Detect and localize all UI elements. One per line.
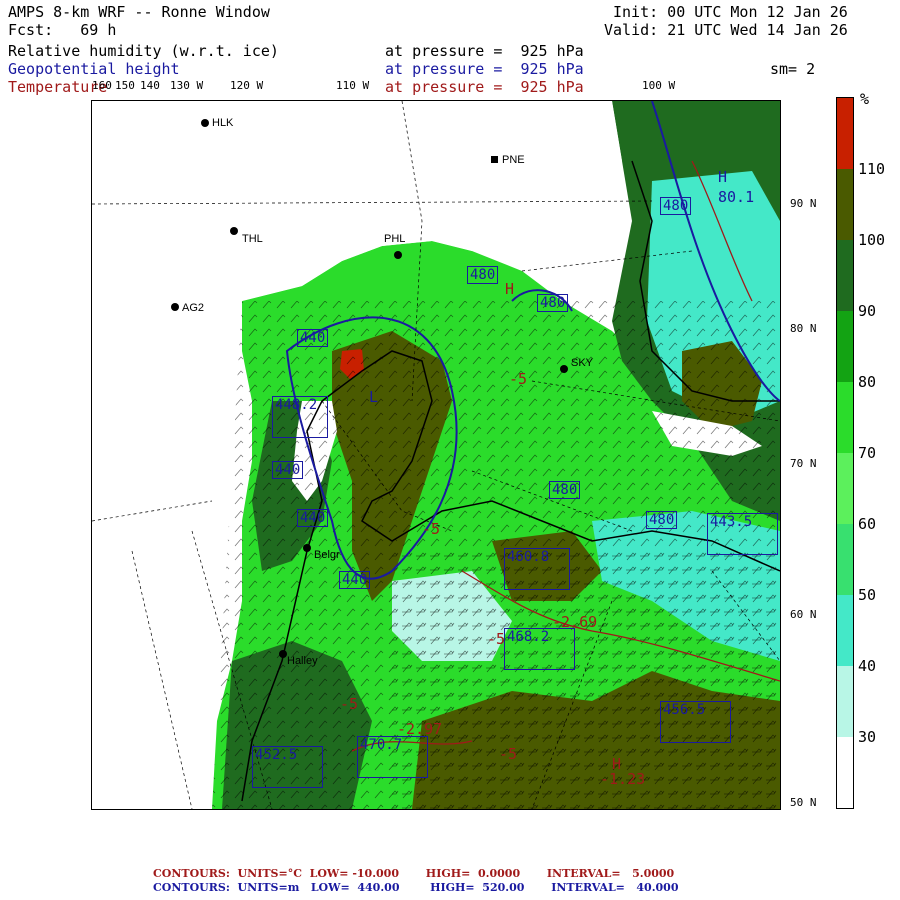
station-belgr-marker[interactable] — [303, 544, 311, 552]
map-title: AMPS 8-km WRF -- Ronne Window — [8, 3, 270, 21]
high-marker-south: H — [612, 755, 622, 773]
height-low-452: 452.5 — [252, 746, 323, 788]
colorbar-label-70: 70 — [858, 444, 877, 462]
lon-label-140: 140 — [140, 79, 160, 92]
station-ag2-label: AG2 — [182, 302, 205, 314]
height-label-448: 448.2 — [272, 396, 328, 438]
lon-label-110: 110 W — [336, 79, 370, 92]
high-marker-ne: H — [718, 168, 728, 186]
colorbar-swatch-80 — [837, 311, 853, 382]
station-halley-label: Halley — [287, 655, 318, 667]
field-gph-name: Geopotential height — [8, 60, 180, 78]
station-phl-label: PHL — [384, 233, 406, 245]
height-label-440-a: 440 — [297, 329, 329, 347]
temp-label-4: -5 — [340, 695, 359, 713]
station-ag2-marker[interactable] — [171, 303, 179, 311]
temp-label-3: -5 — [487, 630, 506, 648]
colorbar-swatch-60 — [837, 453, 853, 524]
colorbar-swatch-90 — [837, 240, 853, 311]
colorbar-label-50: 50 — [858, 586, 877, 604]
wind-barbs-field-2 — [392, 551, 780, 809]
map-panel[interactable]: HLK PNE THL PHL AG2 SKY Belgr Halley 480… — [91, 100, 781, 810]
lat-label-50: 50 N — [790, 796, 817, 809]
colorbar — [836, 97, 854, 809]
footer-height-contours: CONTOURS: UNITS=m LOW= 440.00 HIGH= 520.… — [153, 881, 679, 894]
station-hlk-marker[interactable] — [201, 119, 209, 127]
lon-label-160: 160 — [92, 79, 112, 92]
station-phl-marker[interactable] — [394, 251, 402, 259]
colorbar-swatch-50 — [837, 524, 853, 595]
lon-label-150: 150 — [115, 79, 135, 92]
height-label-480-b: 480 — [537, 294, 569, 312]
colorbar-label-90: 90 — [858, 302, 877, 320]
colorbar-swatch-0 — [837, 737, 853, 808]
lon-label-100: 100 W — [642, 79, 676, 92]
lat-label-60: 60 N — [790, 608, 817, 621]
height-low-460: 460.8 — [504, 548, 570, 590]
lat-label-80: 80 N — [790, 322, 817, 335]
station-halley-marker[interactable] — [279, 650, 287, 658]
field-rh-name: Relative humidity (w.r.t. ice) — [8, 42, 279, 60]
smoothing-label: sm= 2 — [770, 60, 816, 78]
station-thl-label: THL — [242, 233, 263, 245]
station-belgr-label: Belgr — [314, 549, 340, 561]
init-time: Init: 00 UTC Mon 12 Jan 26 — [613, 3, 848, 21]
lon-label-130: 130 W — [170, 79, 204, 92]
temp-label-5: -5 — [422, 520, 441, 538]
height-label-440-c: 440 — [297, 509, 329, 527]
station-sky-label: SKY — [571, 357, 594, 369]
station-hlk-label: HLK — [212, 117, 234, 129]
height-label-440-d: 440 — [339, 571, 371, 589]
temp-label-2: -2.69 — [552, 613, 598, 631]
height-label-440-b: 440 — [272, 461, 304, 479]
station-pne-marker[interactable] — [491, 156, 498, 163]
height-label-480-a: 480 — [467, 266, 499, 284]
colorbar-swatch-70 — [837, 382, 853, 453]
station-thl-marker[interactable] — [230, 227, 238, 235]
colorbar-label-40: 40 — [858, 657, 877, 675]
high-label-ne: 80.1 — [718, 188, 755, 206]
valid-time: Valid: 21 UTC Wed 14 Jan 26 — [604, 21, 848, 39]
colorbar-swatch-40 — [837, 595, 853, 666]
colorbar-label-30: 30 — [858, 728, 877, 746]
colorbar-label-100: 100 — [858, 231, 886, 249]
height-high-468: 468.2 — [504, 628, 575, 670]
colorbar-swatch-30 — [837, 666, 853, 737]
colorbar-label-110: 110 — [858, 160, 886, 178]
colorbar-label-60: 60 — [858, 515, 877, 533]
colorbar-unit: % — [860, 90, 870, 108]
temp-label-1: -5 — [509, 370, 528, 388]
footer-temp-contours: CONTOURS: UNITS=°C LOW= -10.000 HIGH= 0.… — [153, 867, 675, 880]
height-low-456: 456.5 — [660, 701, 731, 743]
colorbar-swatch-100 — [837, 169, 853, 240]
lat-label-70: 70 N — [790, 457, 817, 470]
temp-label-7: -1.23 — [600, 770, 646, 788]
forecast-hour: Fcst: 69 h — [8, 21, 117, 39]
height-label-480-e: 480 — [660, 197, 692, 215]
colorbar-label-80: 80 — [858, 373, 877, 391]
lat-label-90: 90 N — [790, 197, 817, 210]
low-marker-center: L — [369, 388, 379, 406]
colorbar-swatch-110 — [837, 98, 853, 169]
station-pne-label: PNE — [502, 154, 525, 166]
high-marker-temp: H — [505, 280, 515, 298]
height-high-443: 443.5 — [707, 513, 778, 555]
station-sky-marker[interactable] — [560, 365, 568, 373]
field-rh-level: at pressure = 925 hPa — [385, 42, 584, 60]
temp-label-6: -2.97 — [397, 720, 443, 738]
lon-label-120: 120 W — [230, 79, 264, 92]
temp-label-8: -5 — [499, 745, 518, 763]
height-label-480-d: 480 — [549, 481, 581, 499]
field-temp-level: at pressure = 925 hPa — [385, 78, 584, 96]
height-high-470: 470.7 — [357, 736, 428, 778]
height-label-480-c: 480 — [646, 511, 678, 529]
field-gph-level: at pressure = 925 hPa — [385, 60, 584, 78]
